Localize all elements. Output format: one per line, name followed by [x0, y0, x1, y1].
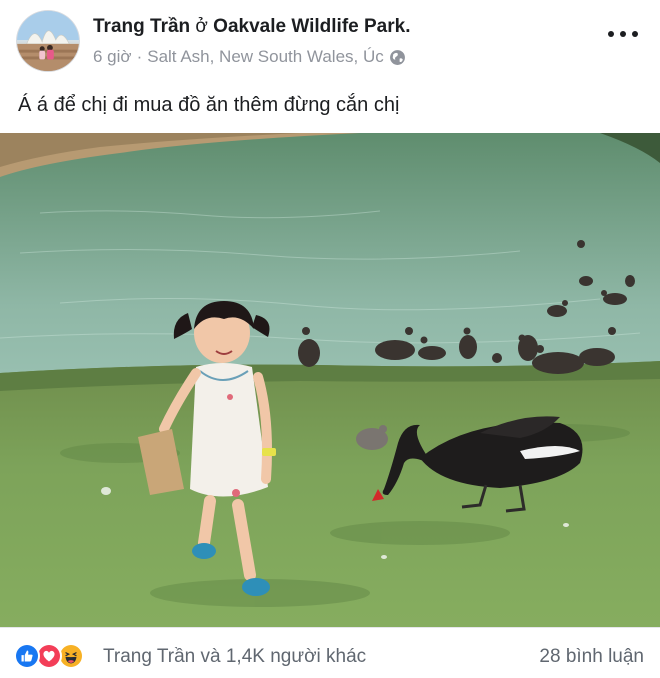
author-name[interactable]: Trang Trần — [93, 16, 190, 37]
like-icon — [14, 643, 40, 669]
post-title: Trang Trần ở Oakvale Wildlife Park. — [93, 16, 410, 38]
dot-icon — [608, 31, 614, 37]
meta-separator: · — [136, 47, 143, 66]
author-avatar[interactable] — [16, 10, 80, 72]
post-caption: Á á để chị đi mua đồ ăn thêm đừng cắn ch… — [18, 94, 400, 116]
reactors-text[interactable]: Trang Trần và 1,4K người khác — [103, 646, 366, 668]
post-time[interactable]: 6 giờ — [93, 47, 132, 67]
dot-icon — [632, 31, 638, 37]
globe-icon — [389, 49, 406, 66]
location-link[interactable]: Oakvale Wildlife Park. — [213, 16, 410, 37]
post-footer: Trang Trần và 1,4K người khác 28 bình lu… — [0, 627, 660, 678]
post-meta: 6 giờ · Salt Ash, New South Wales, Úc — [93, 47, 406, 67]
reactions-summary[interactable] — [14, 643, 96, 669]
post-photo[interactable] — [0, 133, 660, 627]
more-options-button[interactable] — [608, 24, 638, 44]
comments-count[interactable]: 28 bình luận — [539, 646, 644, 668]
title-connector: ở — [190, 16, 214, 37]
dot-icon — [620, 31, 626, 37]
post-place[interactable]: Salt Ash, New South Wales, Úc — [147, 47, 384, 67]
post-header: Trang Trần ở Oakvale Wildlife Park. 6 gi… — [0, 0, 660, 80]
